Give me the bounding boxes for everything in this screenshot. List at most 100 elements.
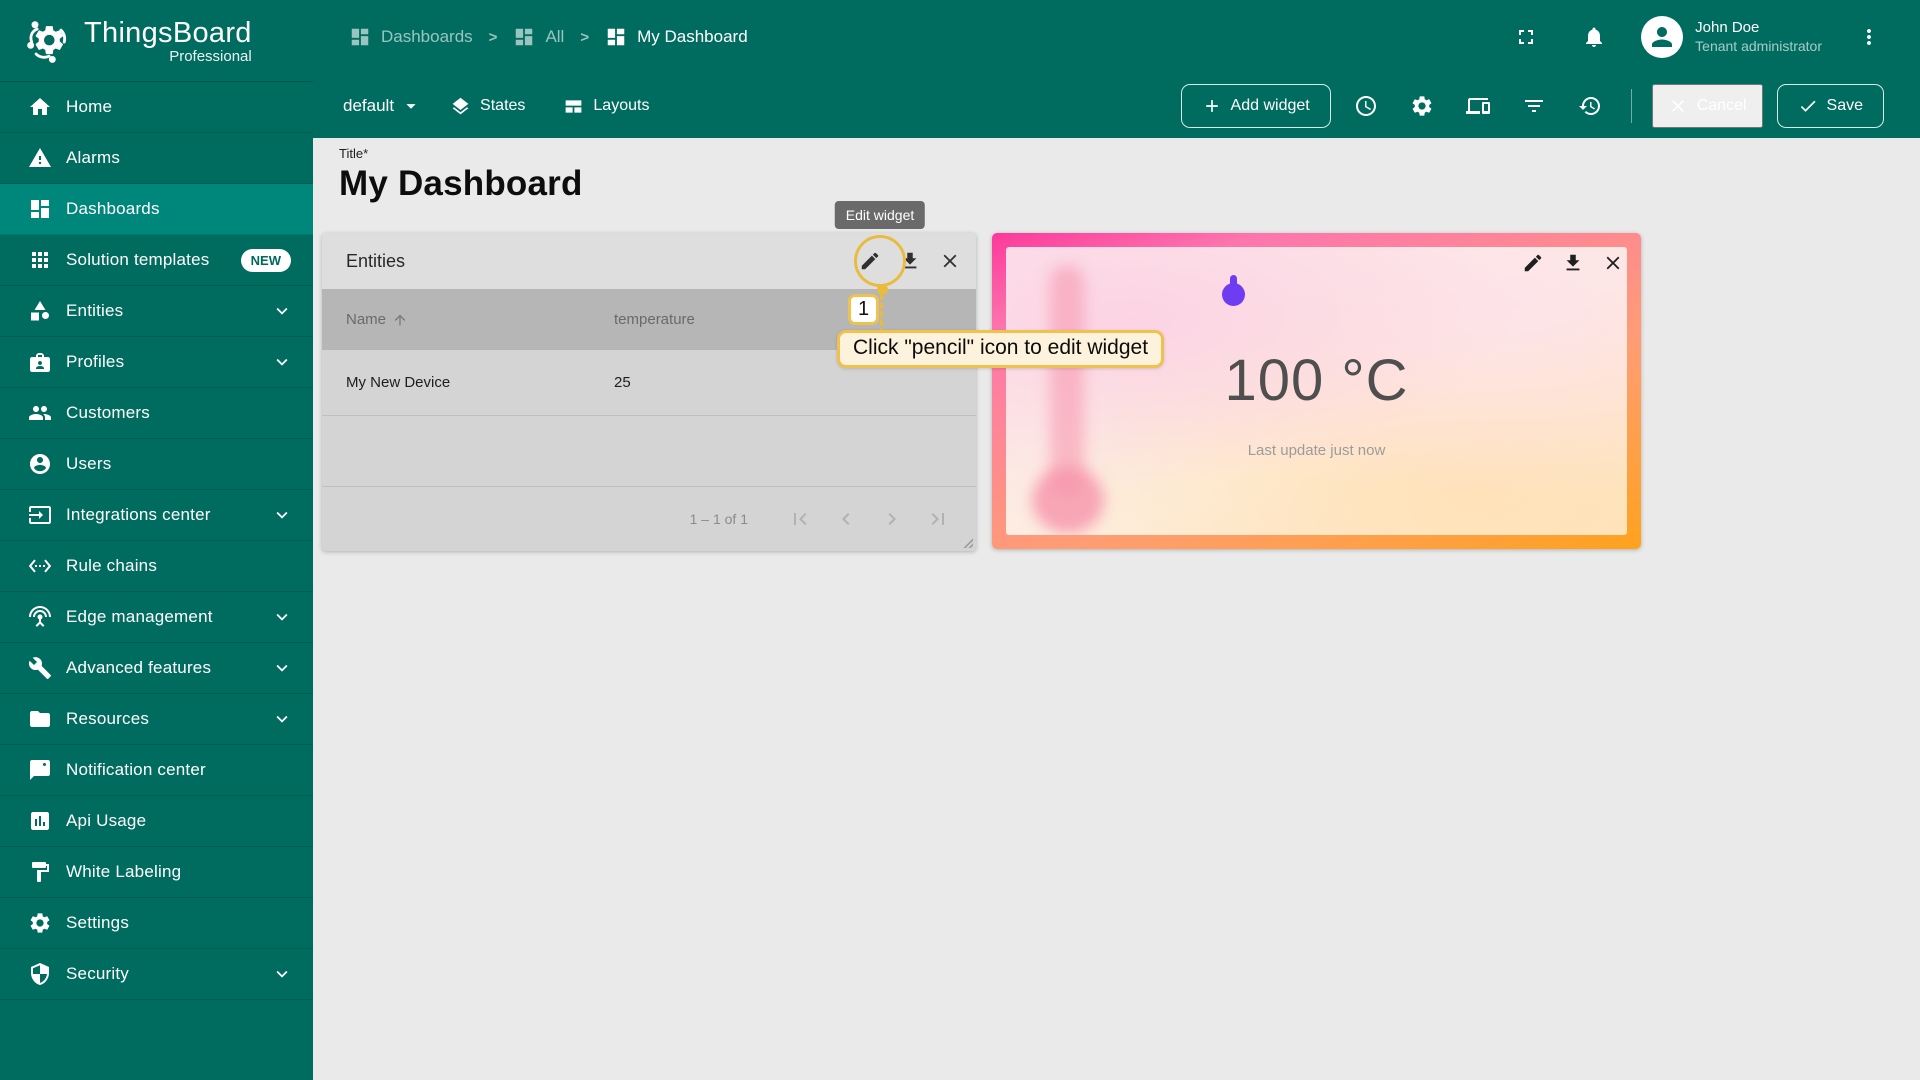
clock-icon <box>1355 96 1376 116</box>
security-icon <box>28 962 52 986</box>
app-edition: Professional <box>169 47 252 65</box>
layouts-icon <box>566 99 582 113</box>
manage-states-button[interactable]: States <box>436 88 539 125</box>
main-area: Dashboards > All > My Dashboard John Doe… <box>313 0 1920 1080</box>
close-icon <box>1671 100 1684 112</box>
thingsboard-app: ThingsBoard Professional Home Alarms Das… <box>0 0 1920 1080</box>
column-header-name[interactable]: Name <box>346 311 614 328</box>
sidebar-item-home[interactable]: Home <box>0 82 313 133</box>
version-history-button[interactable] <box>1569 85 1611 127</box>
sidebar-item-security[interactable]: Security <box>0 949 313 1000</box>
add-widget-button[interactable]: Add widget <box>1180 84 1331 128</box>
gear-icon <box>1412 96 1432 116</box>
sidebar-item-entities[interactable]: Entities <box>0 286 313 337</box>
sidebar-nav: Home Alarms Dashboards Solution template… <box>0 82 313 1080</box>
close-icon <box>943 254 957 268</box>
sidebar-item-alarms[interactable]: Alarms <box>0 133 313 184</box>
avatar <box>1641 16 1684 58</box>
next-page-button[interactable] <box>872 499 912 539</box>
breadcrumb-dashboards[interactable]: Dashboards <box>349 26 473 48</box>
tutorial-instruction-callout: Click "pencil" icon to edit widget <box>837 330 1165 368</box>
dashboard-settings-button[interactable] <box>1401 85 1443 127</box>
devices-icon <box>1465 98 1490 114</box>
paginator: 1 – 1 of 1 <box>322 487 976 551</box>
solution-templates-icon <box>28 248 52 272</box>
sidebar-item-solution-templates[interactable]: Solution templates NEW <box>0 235 313 286</box>
empty-rows-area <box>322 416 976 487</box>
more-vert-button[interactable] <box>1848 16 1890 58</box>
sidebar-item-customers[interactable]: Customers <box>0 388 313 439</box>
rule-chains-icon <box>28 554 52 578</box>
cancel-button[interactable]: Cancel <box>1651 84 1763 128</box>
edit-widget-tooltip: Edit widget <box>834 201 926 229</box>
check-icon <box>1800 100 1816 112</box>
remove-widget-button[interactable] <box>930 241 970 281</box>
breadcrumb-all[interactable]: All <box>513 26 564 48</box>
breadcrumb: Dashboards > All > My Dashboard <box>349 26 1505 48</box>
notifications-bell-button[interactable] <box>1573 16 1615 58</box>
user-name: John Doe <box>1695 18 1760 36</box>
sidebar-item-notification-center[interactable]: Notification center <box>0 745 313 796</box>
remove-widget-button[interactable] <box>1593 243 1633 283</box>
layers-icon <box>452 97 469 114</box>
breadcrumb-separator: > <box>580 28 590 46</box>
tutorial-ring-dot <box>877 284 888 295</box>
export-widget-button[interactable] <box>1553 243 1593 283</box>
entities-widget-title: Entities <box>346 250 406 271</box>
close-icon <box>1606 256 1620 270</box>
dashboards-icon <box>28 197 52 221</box>
integrations-center-icon <box>28 503 52 527</box>
sidebar-item-api-usage[interactable]: Api Usage <box>0 796 313 847</box>
temperature-value: 100 °C <box>1224 348 1409 413</box>
fullscreen-button[interactable] <box>1505 16 1547 58</box>
title-field-label: Title* <box>339 146 369 161</box>
manage-layouts-button[interactable]: Layouts <box>549 88 663 125</box>
sidebar-item-dashboards[interactable]: Dashboards <box>0 184 313 235</box>
edge-management-icon <box>28 605 52 629</box>
dashboard-state-select[interactable]: default <box>339 89 426 123</box>
plus-icon <box>1205 100 1218 112</box>
white-labeling-icon <box>28 860 52 884</box>
new-badge: NEW <box>240 248 291 272</box>
sidebar-item-resources[interactable]: Resources <box>0 694 313 745</box>
pencil-icon <box>1524 254 1542 272</box>
filters-button[interactable] <box>1513 85 1555 127</box>
last-update-label: Last update just now <box>1247 442 1386 459</box>
notification-center-icon <box>28 758 52 782</box>
chevron-down-icon <box>271 504 293 526</box>
users-icon <box>28 452 52 476</box>
save-button[interactable]: Save <box>1776 84 1884 128</box>
sidebar-item-settings[interactable]: Settings <box>0 898 313 949</box>
thingsboard-logo[interactable]: ThingsBoard Professional <box>0 0 313 82</box>
settings-icon <box>28 911 52 935</box>
chevron-down-icon <box>271 606 293 628</box>
dashboard-icon <box>513 26 535 48</box>
sidebar-item-profiles[interactable]: Profiles <box>0 337 313 388</box>
breadcrumb-my-dashboard[interactable]: My Dashboard <box>605 26 748 48</box>
widget-resize-handle[interactable] <box>961 536 973 548</box>
cell-temperature: 25 <box>614 374 631 391</box>
sidebar-item-advanced-features[interactable]: Advanced features <box>0 643 313 694</box>
first-page-button[interactable] <box>780 499 820 539</box>
sidebar-item-integrations-center[interactable]: Integrations center <box>0 490 313 541</box>
app-name: ThingsBoard <box>84 16 252 49</box>
sidebar-item-rule-chains[interactable]: Rule chains <box>0 541 313 592</box>
column-header-temperature[interactable]: temperature <box>614 311 695 328</box>
user-menu[interactable]: John Doe Tenant administrator <box>1641 16 1822 58</box>
dashboard-title-input[interactable]: My Dashboard <box>339 164 583 204</box>
filter-icon <box>1524 100 1543 112</box>
entities-icon <box>28 299 52 323</box>
user-role: Tenant administrator <box>1695 37 1822 54</box>
entity-aliases-button[interactable] <box>1457 85 1499 127</box>
advanced-features-icon <box>28 656 52 680</box>
tutorial-dashed-connector <box>880 294 883 334</box>
timewindow-button[interactable] <box>1345 85 1387 127</box>
edit-widget-pencil-button[interactable] <box>1513 243 1553 283</box>
last-page-button[interactable] <box>918 499 958 539</box>
resources-icon <box>28 707 52 731</box>
sidebar-item-edge-management[interactable]: Edge management <box>0 592 313 643</box>
previous-page-button[interactable] <box>826 499 866 539</box>
sidebar-item-white-labeling[interactable]: White Labeling <box>0 847 313 898</box>
home-icon <box>28 95 52 119</box>
sidebar-item-users[interactable]: Users <box>0 439 313 490</box>
